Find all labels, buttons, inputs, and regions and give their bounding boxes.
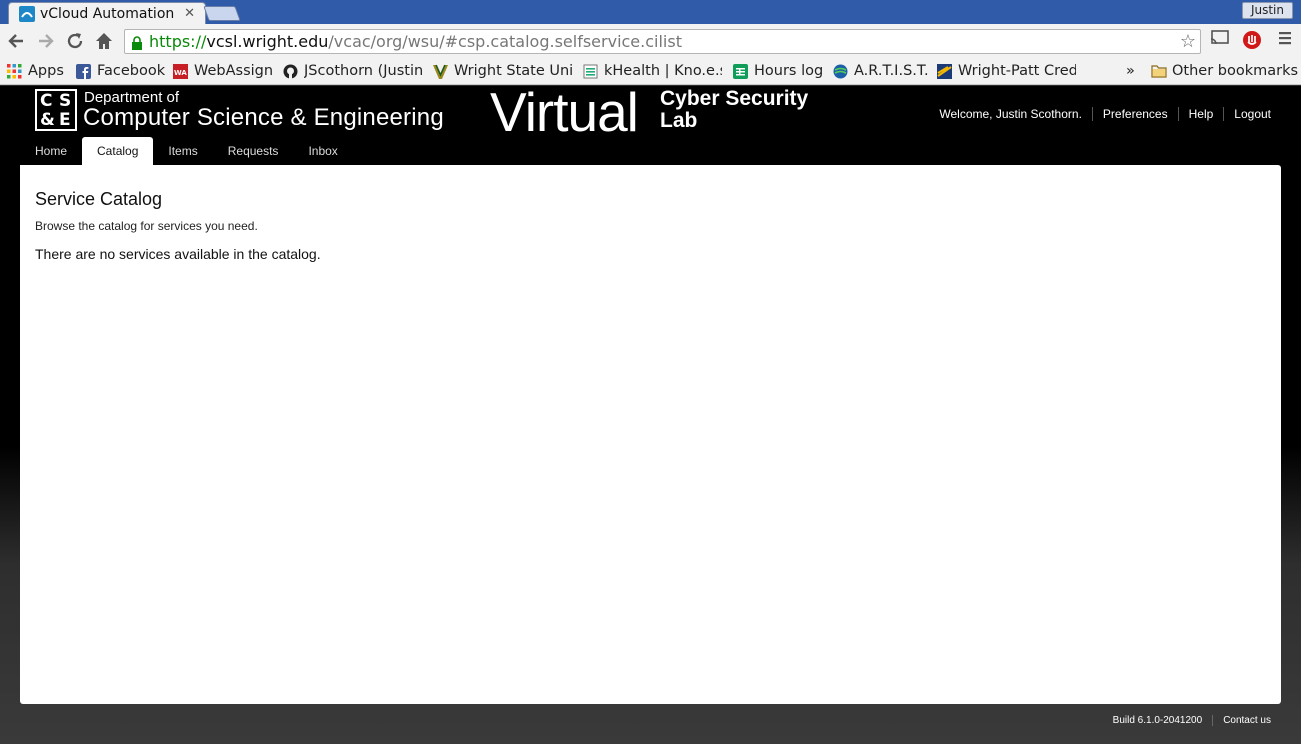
svg-text:WA: WA [174,69,187,77]
browser-toolbar: https://vcsl.wright.edu/vcac/org/wsu/#cs… [0,24,1301,58]
reload-icon[interactable] [64,30,86,52]
url-host: vcsl.wright.edu [206,32,329,51]
home-icon[interactable] [93,30,115,52]
tab-catalog[interactable]: Catalog [82,137,154,165]
page-title: Service Catalog [35,189,163,209]
bookmark-khealth[interactable]: kHealth | Kno.e.si [583,61,722,81]
bookmark-webassign[interactable]: WA WebAssign [173,61,273,81]
bookmark-hours-log[interactable]: Hours log [733,61,823,81]
contact-us-link[interactable]: Contact us [1212,715,1271,726]
main-nav-tabs: Home Catalog Items Requests Inbox [20,137,353,165]
bookmark-artist[interactable]: A.R.T.I.S.T. [833,61,929,81]
address-bar[interactable]: https://vcsl.wright.edu/vcac/org/wsu/#cs… [124,29,1201,54]
sheets-icon [733,63,748,79]
cast-icon[interactable] [1209,30,1231,52]
page-subtitle: Browse the catalog for services you need… [35,219,258,233]
tab-title: vCloud Automation [40,5,175,22]
lab-text: Lab [660,109,698,132]
logout-link[interactable]: Logout [1223,107,1271,121]
bookmark-star-icon[interactable]: ☆ [1180,31,1196,52]
bookmark-facebook[interactable]: Facebook [76,61,165,81]
build-version: Build 6.1.0-2041200 [1112,715,1203,726]
khealth-icon [583,64,598,79]
close-tab-icon[interactable]: ✕ [184,6,195,21]
tab-requests[interactable]: Requests [213,137,294,165]
bookmark-apps[interactable]: Apps [7,61,64,81]
lock-icon [131,35,143,50]
dept-name-label: Computer Science & Engineering [83,104,444,131]
tab-inbox[interactable]: Inbox [293,137,352,165]
page-footer: Build 6.1.0-2041200 Contact us [1103,715,1271,726]
welcome-text: Welcome, Justin Scothorn. [939,107,1082,121]
wright-state-icon [433,64,448,79]
new-tab-button[interactable] [203,6,241,21]
cyber-security-lab-logo: Cyber Security Lab [660,88,808,132]
bookmarks-bar: Apps Facebook WA WebAssign JScothorn (Ju… [0,58,1301,85]
menu-icon[interactable] [1274,30,1296,52]
virtual-logo-text: Virtual [490,81,639,143]
bookmark-wright-state[interactable]: Wright State Univ [433,61,572,81]
back-arrow-icon[interactable] [5,30,27,52]
tab-home[interactable]: Home [20,137,82,165]
apps-grid-icon [7,63,22,79]
profile-button[interactable]: Justin [1241,2,1293,19]
preferences-link[interactable]: Preferences [1091,107,1178,121]
facebook-icon [76,63,91,79]
url-scheme: https:// [149,32,207,51]
main-content-panel: Service Catalog Browse the catalog for s… [20,165,1281,704]
forward-arrow-icon[interactable] [35,30,57,52]
help-link[interactable]: Help [1177,107,1224,121]
bookmarks-overflow-button[interactable]: » [1126,61,1135,81]
other-bookmarks-folder[interactable]: Other bookmarks [1151,61,1298,81]
wright-patt-icon [937,63,952,79]
folder-icon [1151,64,1167,79]
user-nav: Welcome, Justin Scothorn. Preferences He… [929,107,1271,121]
web-page: C S & E Department of Computer Science &… [0,81,1301,744]
bookmark-github[interactable]: JScothorn (Justin [283,61,422,81]
bookmark-wright-patt[interactable]: Wright-Patt Cred [937,61,1076,81]
artist-icon [833,64,848,79]
browser-tabstrip: vCloud Automation ✕ Justin [0,0,1301,24]
tab-items[interactable]: Items [153,137,212,165]
cse-logo[interactable]: C S & E [35,89,77,131]
cyber-security-text: Cyber Security [660,87,809,110]
webassign-icon: WA [173,63,188,79]
adblock-icon[interactable] [1241,30,1263,52]
empty-catalog-message: There are no services available in the c… [35,246,321,262]
browser-tab[interactable]: vCloud Automation ✕ [8,2,206,24]
vcloud-favicon-icon [19,5,35,22]
github-icon [283,64,298,79]
url-path: /vcac/org/wsu/#csp.catalog.selfservice.c… [328,32,682,51]
